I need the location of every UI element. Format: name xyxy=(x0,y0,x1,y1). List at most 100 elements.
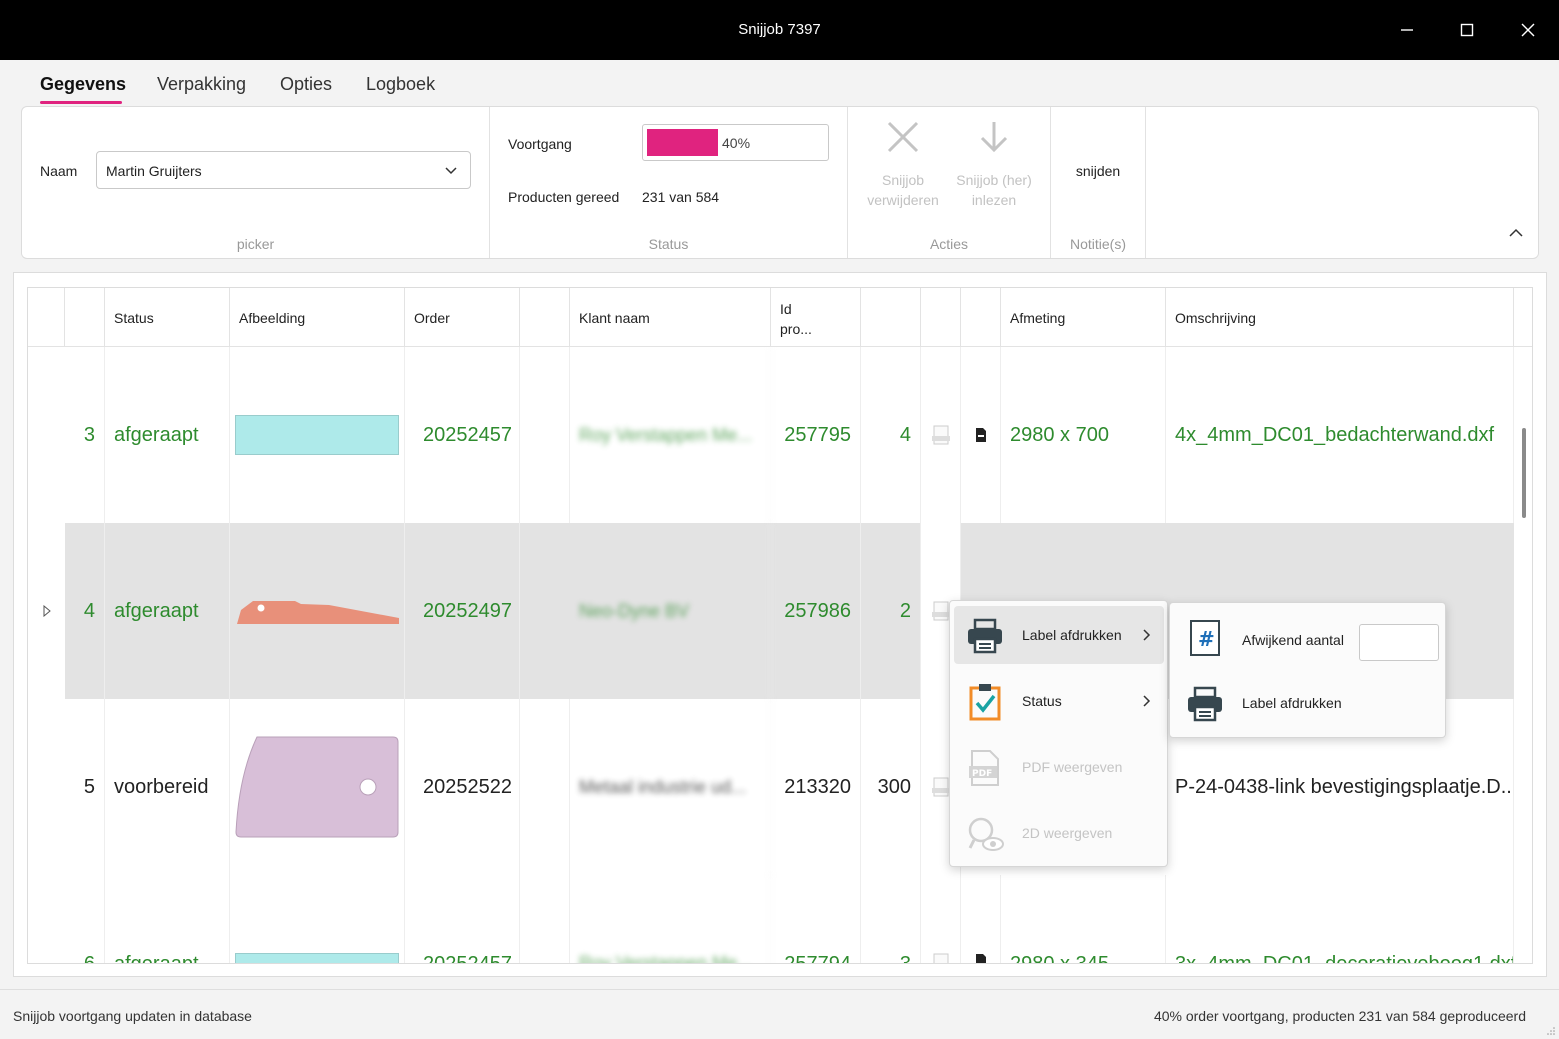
row-empty xyxy=(520,875,570,963)
notes-group: snijden Notitie(s) xyxy=(1051,107,1146,258)
tab-verpakking[interactable]: Verpakking xyxy=(157,74,246,95)
row-order: 20252497 xyxy=(405,523,520,699)
row-qty: 4 xyxy=(861,347,921,523)
row-customer: Roy Verstappen Me... xyxy=(570,875,771,963)
tab-gegevens[interactable]: Gegevens xyxy=(40,74,126,95)
part-shape-thumbnail xyxy=(237,601,399,624)
notes-caption: Notitie(s) xyxy=(1069,236,1126,252)
row-expander[interactable] xyxy=(28,523,65,699)
products-label: Producten gereed xyxy=(508,189,620,205)
row-image xyxy=(230,523,405,699)
reload-job-line2: inlezen xyxy=(971,192,1017,208)
row-order: 20252522 xyxy=(405,699,520,875)
header-file[interactable] xyxy=(961,288,1001,347)
actions-caption: Acties xyxy=(929,236,969,252)
tab-opties[interactable]: Opties xyxy=(280,74,332,95)
delete-job-line2: verwijderen xyxy=(867,192,939,208)
menu-item-pdf-weergeven[interactable]: PDF PDF weergeven xyxy=(954,738,1164,796)
name-select[interactable]: Martin Gruijters xyxy=(96,151,471,189)
status-message-right: 40% order voortgang, producten 231 van 5… xyxy=(1153,1008,1526,1024)
name-label: Naam xyxy=(40,163,78,179)
x-icon xyxy=(887,121,919,153)
reload-job-line1: Snijjob (her) xyxy=(956,172,1032,188)
submenu-item-label: Afwijkend aantal xyxy=(1242,632,1344,648)
row-pdf[interactable] xyxy=(921,875,961,963)
row-file[interactable] xyxy=(961,875,1001,963)
row-id: 257794 xyxy=(771,875,861,963)
row-description: 3x_4mm_DC01_decoratieveboog1.dxf xyxy=(1166,875,1514,963)
pdf-file-icon xyxy=(931,601,950,621)
menu-item-label: PDF weergeven xyxy=(1022,759,1123,775)
row-file[interactable] xyxy=(961,347,1001,523)
row-status: afgeraapt xyxy=(105,875,230,963)
picker-group: Naam Martin Gruijters picker xyxy=(22,107,490,258)
maximize-icon xyxy=(1460,23,1474,37)
part-shape-thumbnail xyxy=(235,736,399,838)
name-select-value: Martin Gruijters xyxy=(106,163,202,179)
submenu-item-label: Label afdrukken xyxy=(1242,695,1342,711)
row-image xyxy=(230,875,405,963)
submenu-item-afwijkend-aantal[interactable]: # Afwijkend aantal xyxy=(1174,608,1442,668)
row-pdf[interactable] xyxy=(921,347,961,523)
magnifier-eye-icon xyxy=(968,817,1004,851)
resize-grip-icon[interactable] xyxy=(1546,1026,1556,1036)
part-shape-thumbnail xyxy=(235,953,399,963)
delete-job-button[interactable]: Snijjob verwijderen xyxy=(858,119,948,210)
pdf-file-icon xyxy=(931,425,950,445)
menu-item-label-afdrukken[interactable]: Label afdrukken xyxy=(954,606,1164,664)
row-qty: 300 xyxy=(861,699,921,875)
progress-bar: 40% xyxy=(642,124,829,161)
header-id[interactable]: Id pro... xyxy=(771,288,861,347)
header-customer[interactable]: Klant naam xyxy=(570,288,771,347)
clipboard-check-icon xyxy=(969,684,1001,721)
header-image[interactable]: Afbeelding xyxy=(230,288,405,347)
row-image xyxy=(230,699,405,875)
row-status: voorbereid xyxy=(105,699,230,875)
reload-job-button[interactable]: Snijjob (her) inlezen xyxy=(949,119,1039,210)
minimize-icon xyxy=(1401,29,1413,31)
header-size[interactable]: Afmeting xyxy=(1001,288,1166,347)
title-bar: Snijjob 7397 xyxy=(0,0,1559,60)
progress-percent: 40% xyxy=(722,135,751,151)
header-description[interactable]: Omschrijving xyxy=(1166,288,1514,347)
ribbon: Naam Martin Gruijters picker Voortgang 4… xyxy=(21,106,1539,259)
row-order: 20252457 xyxy=(405,347,520,523)
row-id: 257795 xyxy=(771,347,861,523)
status-message-left: Snijjob voortgang updaten in database xyxy=(13,1008,252,1024)
active-tab-indicator xyxy=(40,101,122,104)
submenu-item-label-afdrukken[interactable]: Label afdrukken xyxy=(1174,674,1442,732)
row-id: 257986 xyxy=(771,523,861,699)
vertical-scrollbar[interactable] xyxy=(1522,428,1526,518)
header-empty[interactable] xyxy=(520,288,570,347)
delete-job-line1: Snijjob xyxy=(881,172,925,188)
maximize-button[interactable] xyxy=(1451,14,1483,46)
header-status[interactable]: Status xyxy=(105,288,230,347)
header-nr[interactable] xyxy=(65,288,105,347)
minimize-button[interactable] xyxy=(1391,14,1423,46)
row-order: 20252457 xyxy=(405,875,520,963)
row-status: afgeraapt xyxy=(105,347,230,523)
menu-item-status[interactable]: Status xyxy=(954,672,1164,730)
pdf-icon: PDF xyxy=(969,750,999,786)
header-expander xyxy=(28,288,65,347)
label-submenu: # Afwijkend aantal Label afdrukken xyxy=(1169,602,1446,738)
part-shape-thumbnail xyxy=(235,415,399,455)
pdf-file-icon xyxy=(933,953,948,963)
close-button[interactable] xyxy=(1512,14,1544,46)
header-qty[interactable] xyxy=(861,288,921,347)
menu-item-label: 2D weergeven xyxy=(1022,825,1113,841)
collapse-ribbon-icon[interactable] xyxy=(1508,225,1524,241)
notes-text[interactable]: snijden xyxy=(1051,163,1145,179)
tab-bar: Gegevens Verpakking Opties Logboek xyxy=(0,60,1559,106)
table-row[interactable]: 3 afgeraapt 20252457 Roy Verstappen Me..… xyxy=(28,347,1514,523)
table-row[interactable]: 6 afgeraapt 20252457 Roy Verstappen Me..… xyxy=(28,875,1514,963)
row-nr: 6 xyxy=(65,875,105,963)
chevron-down-icon xyxy=(445,167,457,175)
tab-logboek[interactable]: Logboek xyxy=(366,74,435,95)
close-icon xyxy=(1521,23,1535,37)
afwijkend-aantal-input[interactable] xyxy=(1359,624,1439,661)
header-order[interactable]: Order xyxy=(405,288,520,347)
header-pdf[interactable] xyxy=(921,288,961,347)
menu-item-2d-weergeven[interactable]: 2D weergeven xyxy=(954,804,1164,862)
progress-label: Voortgang xyxy=(508,136,572,152)
